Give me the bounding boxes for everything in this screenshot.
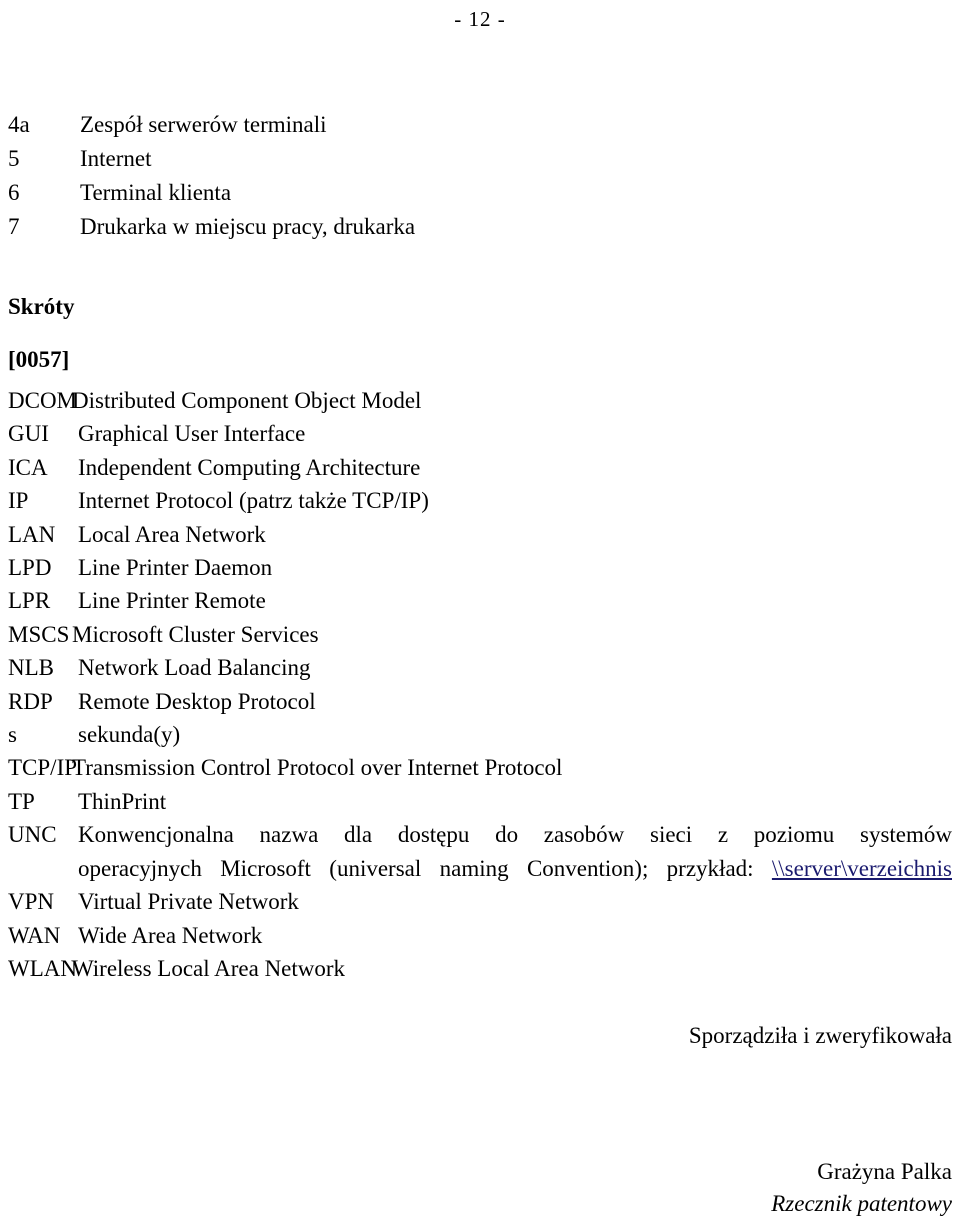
- glossary-row: ICA Independent Computing Architecture: [8, 451, 952, 484]
- glossary-definition: Line Printer Daemon: [78, 555, 273, 581]
- legend-label: Zespół serwerów terminali: [80, 112, 327, 137]
- glossary-row: TCP/IP Transmission Control Protocol ove…: [8, 751, 952, 784]
- signature-prepared-by: Sporządziła i zweryfikowała: [688, 1023, 952, 1048]
- glossary-row: WAN Wide Area Network: [8, 919, 952, 952]
- unc-line2: operacyjnych Microsoft (universal naming…: [78, 852, 952, 885]
- glossary-definition: Microsoft Cluster Services: [72, 621, 319, 647]
- legend-label: Terminal klienta: [80, 180, 232, 205]
- glossary-term: RDP: [8, 688, 53, 714]
- glossary-definition: sekunda(y): [78, 722, 181, 748]
- abbreviation-glossary: DCOM Distributed Component Object Model …: [8, 384, 952, 985]
- glossary-definition: Network Load Balancing: [78, 655, 311, 681]
- glossary-term: LAN: [8, 521, 56, 547]
- paragraph-marker: [0057]: [8, 347, 70, 372]
- glossary-term: NLB: [8, 655, 54, 681]
- glossary-row: DCOM Distributed Component Object Model: [8, 384, 952, 417]
- signature-name: Grażyna Palka: [817, 1159, 952, 1184]
- legend-label: Drukarka w miejscu pracy, drukarka: [80, 214, 416, 239]
- glossary-definition: Independent Computing Architecture: [78, 454, 421, 480]
- glossary-term: GUI: [8, 421, 49, 447]
- glossary-row: LPR Line Printer Remote: [8, 584, 952, 617]
- unc-line1-part-c: systemów: [860, 822, 953, 848]
- unc-path-link[interactable]: \\server\verzeichnis: [772, 856, 952, 881]
- glossary-term: WLAN: [8, 955, 77, 981]
- glossary-definition: Remote Desktop Protocol: [78, 688, 316, 714]
- glossary-row: RDP Remote Desktop Protocol: [8, 685, 952, 718]
- glossary-definition: Local Area Network: [78, 521, 266, 547]
- glossary-row-unc: UNC Konwencjonalna nazwa dla dostępu do …: [8, 818, 952, 885]
- list-item: 7 Drukarka w miejscu pracy, drukarka: [8, 210, 948, 244]
- glossary-term: ICA: [8, 454, 48, 480]
- glossary-term: LPD: [8, 555, 52, 581]
- glossary-term: IP: [8, 488, 29, 514]
- glossary-term: DCOM: [8, 388, 78, 413]
- signature-title: Rzecznik patentowy: [771, 1191, 952, 1216]
- glossary-row: NLB Network Load Balancing: [8, 651, 952, 684]
- page-number: - 12 -: [454, 7, 506, 31]
- glossary-row: TP ThinPrint: [8, 785, 952, 818]
- glossary-row: LAN Local Area Network: [8, 518, 952, 551]
- glossary-term: MSCS: [8, 621, 70, 647]
- legend-number: 6: [8, 180, 20, 205]
- list-item: 4a Zespół serwerów terminali: [8, 108, 948, 142]
- glossary-row: WLAN Wireless Local Area Network: [8, 952, 952, 985]
- document-page: - 12 - 4a Zespół serwerów terminali 5 In…: [0, 0, 960, 1222]
- legend-number: 5: [8, 146, 20, 171]
- list-item: 6 Terminal klienta: [8, 176, 948, 210]
- glossary-definition: Wide Area Network: [78, 922, 263, 948]
- glossary-row: s sekunda(y): [8, 718, 952, 751]
- glossary-definition: Wireless Local Area Network: [72, 955, 346, 981]
- glossary-term: VPN: [8, 889, 55, 915]
- legend-number: 7: [8, 214, 20, 239]
- unc-line1-part-a: Konwencjonalna nazwa dla dostępu do zaso…: [78, 822, 693, 848]
- glossary-row: LPD Line Printer Daemon: [8, 551, 952, 584]
- glossary-row: IP Internet Protocol (patrz także TCP/IP…: [8, 484, 952, 517]
- section-heading-abbreviations: Skróty: [8, 294, 75, 319]
- glossary-definition: Transmission Control Protocol over Inter…: [72, 755, 563, 781]
- glossary-term: s: [8, 722, 17, 748]
- glossary-definition-unc: Konwencjonalna nazwa dla dostępu do zaso…: [78, 818, 952, 885]
- glossary-definition: Virtual Private Network: [78, 889, 299, 915]
- list-item: 5 Internet: [8, 142, 948, 176]
- glossary-term: LPR: [8, 588, 51, 614]
- glossary-term: UNC: [8, 822, 57, 848]
- glossary-definition: Internet Protocol (patrz także TCP/IP): [78, 488, 429, 514]
- glossary-definition: Distributed Component Object Model: [72, 388, 422, 413]
- glossary-definition: ThinPrint: [78, 788, 167, 814]
- glossary-row: MSCS Microsoft Cluster Services: [8, 618, 952, 651]
- legend-number: 4a: [8, 112, 30, 137]
- glossary-row: GUI Graphical User Interface: [8, 417, 952, 450]
- unc-line1-part-b: z poziomu: [717, 822, 835, 848]
- glossary-term: WAN: [8, 922, 61, 948]
- legend-label: Internet: [80, 146, 152, 171]
- glossary-definition: Line Printer Remote: [78, 588, 266, 614]
- glossary-definition: Graphical User Interface: [78, 421, 306, 447]
- figure-legend-list: 4a Zespół serwerów terminali 5 Internet …: [8, 108, 948, 244]
- glossary-row: VPN Virtual Private Network: [8, 885, 952, 918]
- unc-line2-text: operacyjnych Microsoft (universal naming…: [78, 855, 754, 881]
- glossary-term: TCP/IP: [8, 755, 78, 781]
- glossary-term: TP: [8, 788, 35, 814]
